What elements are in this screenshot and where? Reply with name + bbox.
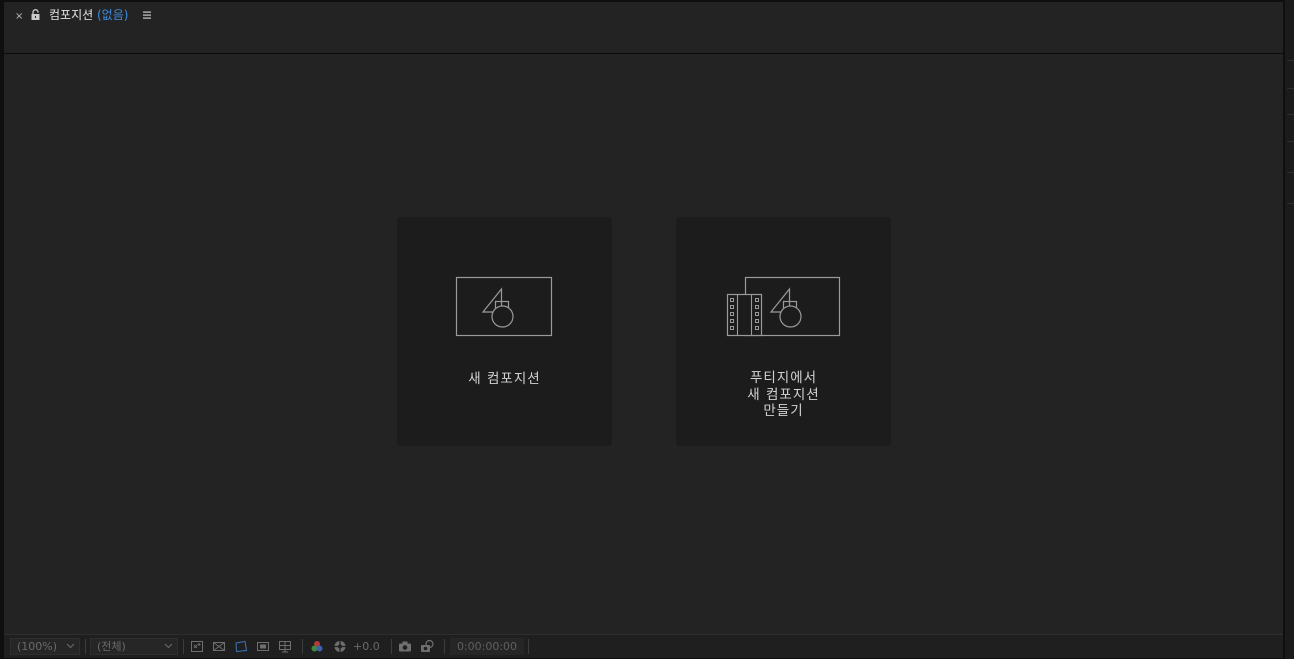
resolution-value: (전체) [97,640,126,653]
color-channels-icon[interactable] [309,639,325,654]
panel-title-text: 컴포지션 [49,8,94,22]
label-line-2: 새 컴포지션 [747,386,820,403]
mask-outline-icon[interactable] [233,639,249,654]
toolbar-divider [391,639,392,654]
chevron-down-icon [164,643,173,649]
panel-edge-divider [1287,141,1294,142]
exposure-reset-icon[interactable] [332,639,348,654]
close-icon[interactable]: × [15,10,23,24]
resolution-dropdown[interactable]: (전체) [90,638,178,655]
new-composition-from-footage-label: 푸티지에서 새 컴포지션 만들기 [676,370,891,420]
panel-edge-divider [1287,203,1294,204]
label-line-3: 만들기 [763,403,804,419]
panel-edge-divider [1287,114,1294,115]
toolbar-divider [528,639,529,654]
composition-panel: × 컴포지션 (없음) 새 컴포지션 푸티지에서 새 컴포지션 만들기 (100… [4,2,1283,658]
chevron-down-icon [66,643,75,649]
panel-tab-bar: × 컴포지션 (없음) [4,2,1283,54]
panel-title-status: (없음) [97,8,129,22]
zoom-dropdown[interactable]: (100%) [10,638,80,655]
composition-panel-app: × 컴포지션 (없음) 새 컴포지션 푸티지에서 새 컴포지션 만들기 (100… [0,0,1294,659]
panel-edge-divider [1287,60,1294,61]
camera-snapshot-icon[interactable] [397,639,413,654]
timecode-field[interactable]: 0:00:00:00 [450,638,524,655]
viewer-toolbar: (100%) (전체) +0.0 0:00:00:00 [4,634,1283,658]
panel-edge-divider [1287,88,1294,89]
new-composition-from-footage-button[interactable]: 푸티지에서 새 컴포지션 만들기 [676,217,891,446]
show-snapshot-icon[interactable] [419,639,435,654]
composition-viewer: 새 컴포지션 푸티지에서 새 컴포지션 만들기 [4,54,1283,634]
safe-area-icon[interactable] [255,639,271,654]
snapshot-region-icon[interactable] [189,639,205,654]
lock-icon[interactable] [30,9,41,21]
toolbar-divider [444,639,445,654]
composition-icon [455,276,553,337]
panel-title[interactable]: 컴포지션 (없음) [49,7,128,23]
adjacent-panel-edge [1285,0,1294,659]
panel-edge-divider [1287,172,1294,173]
hamburger-menu-icon[interactable] [142,10,152,20]
grid-guides-icon[interactable] [277,639,293,654]
exposure-value[interactable]: +0.0 [353,639,380,654]
zoom-value: (100%) [17,640,58,653]
toolbar-divider [85,639,86,654]
new-composition-button[interactable]: 새 컴포지션 [397,217,612,446]
toolbar-divider [183,639,184,654]
new-composition-label: 새 컴포지션 [468,371,541,387]
transparency-grid-icon[interactable] [211,639,227,654]
toolbar-divider [302,639,303,654]
label-line-1: 푸티지에서 [749,370,818,386]
